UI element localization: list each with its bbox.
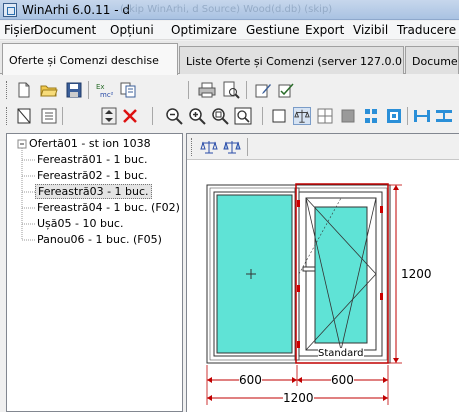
right-width-dimension-label[interactable]: 600 (331, 373, 354, 387)
hinge-middle (297, 285, 300, 292)
lock-point-top (380, 206, 383, 213)
hinge-top (297, 200, 300, 207)
sash-type-label: Standard (318, 348, 364, 359)
hinge-bottom (297, 341, 300, 348)
left-width-dimension-label[interactable]: 600 (239, 373, 262, 387)
window-drawing (206, 183, 402, 405)
height-dimension-label[interactable]: 1200 (401, 267, 432, 281)
sash-glass-pane[interactable] (314, 206, 368, 344)
lock-point-bottom (380, 293, 383, 300)
total-width-dimension-label[interactable]: 1200 (283, 391, 314, 405)
